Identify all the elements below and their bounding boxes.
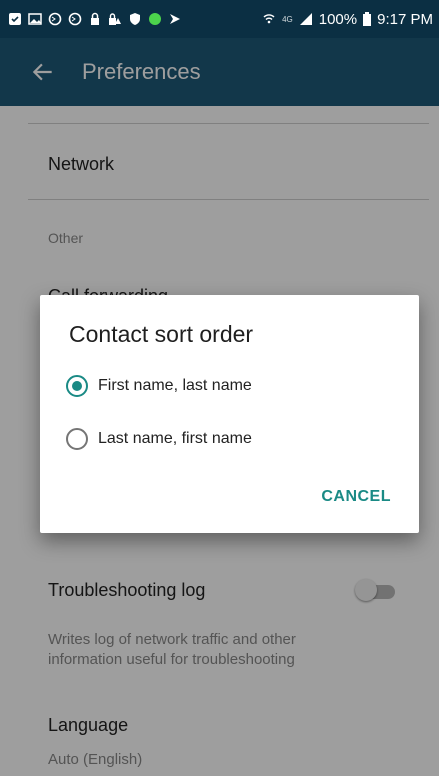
dialog-title: Contact sort order — [69, 321, 254, 347]
sync-icon-2 — [68, 12, 82, 26]
status-bar: 4G 100% 9:17 PM — [0, 0, 439, 38]
flag-icon — [170, 14, 180, 24]
battery-percent: 100% — [318, 10, 358, 28]
sync-icon — [48, 12, 62, 26]
network-type: 4G — [282, 14, 293, 24]
clock: 9:17 PM — [377, 10, 433, 28]
option-label: Last name, first name — [98, 430, 252, 447]
cancel-button[interactable]: CANCEL — [321, 488, 391, 506]
shield-icon — [130, 13, 140, 25]
message-icon — [9, 13, 21, 25]
option-label: First name, last name — [98, 377, 252, 394]
lock-icon — [91, 12, 99, 25]
radio-selected-icon[interactable] — [66, 375, 88, 397]
battery-icon — [363, 12, 372, 26]
lock-warning-icon — [109, 13, 121, 25]
radio-unselected-icon[interactable] — [66, 428, 88, 450]
option-first-last[interactable]: First name, last name — [66, 371, 252, 401]
notification-icons — [0, 12, 182, 26]
green-dot-icon — [149, 13, 161, 25]
signal-icon — [299, 13, 312, 25]
option-last-first[interactable]: Last name, first name — [66, 424, 252, 454]
contact-sort-order-dialog: Contact sort order First name, last name… — [40, 295, 419, 533]
wifi-calling-icon — [263, 14, 275, 24]
status-right: 4G 100% 9:17 PM — [262, 11, 439, 28]
image-icon — [28, 13, 42, 25]
